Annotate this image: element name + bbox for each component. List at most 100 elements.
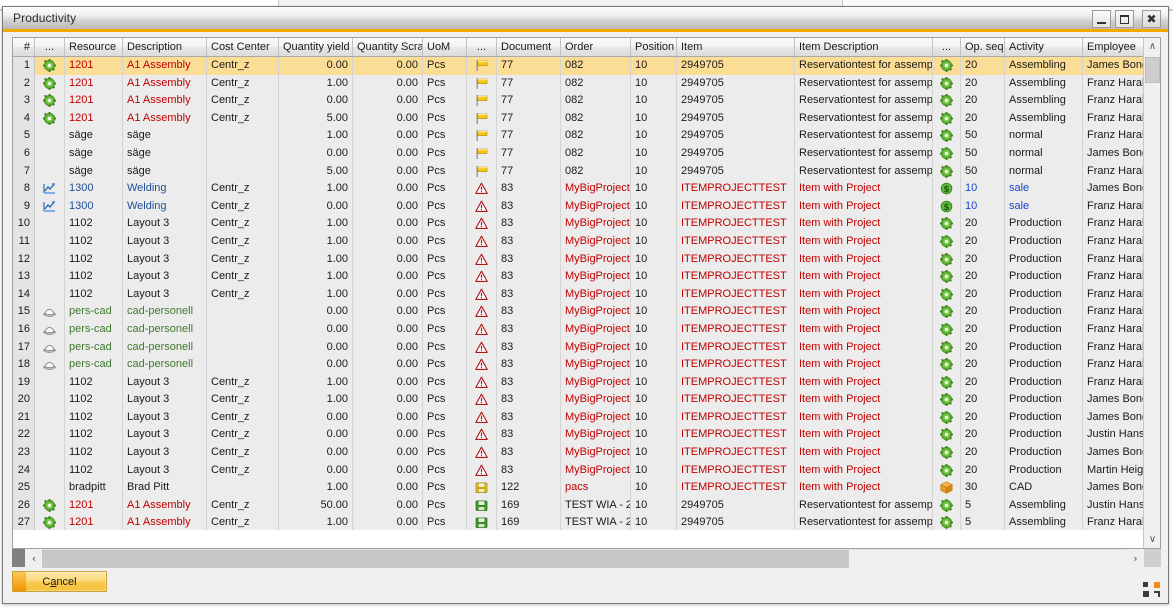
cell-rowno[interactable]: 13 bbox=[13, 268, 35, 286]
cell-icon1[interactable] bbox=[35, 479, 65, 497]
cell-uom[interactable]: Pcs bbox=[423, 497, 467, 515]
cell-desc[interactable]: A1 Assembly bbox=[123, 75, 207, 93]
cell-activity[interactable]: Production bbox=[1005, 303, 1083, 321]
cell-employee[interactable]: Franz Harald Zimmerma bbox=[1083, 110, 1143, 128]
cell-qscrap[interactable]: 0.00 bbox=[353, 391, 423, 409]
cell-cost[interactable]: Centr_z bbox=[207, 374, 279, 392]
cell-document[interactable]: 77 bbox=[497, 110, 561, 128]
cell-icon1[interactable] bbox=[35, 497, 65, 515]
table-row[interactable]: 21201A1 AssemblyCentr_z1.000.00Pcs770821… bbox=[13, 75, 1143, 93]
cell-employee[interactable]: Franz Harald Zimmerma bbox=[1083, 514, 1143, 530]
cell-activity[interactable]: Production bbox=[1005, 286, 1083, 304]
cell-rowno[interactable]: 14 bbox=[13, 286, 35, 304]
cell-order[interactable]: 082 bbox=[561, 127, 631, 145]
cell-rowno[interactable]: 4 bbox=[13, 110, 35, 128]
table-row[interactable]: 15pers-cadcad-personell0.000.00Pcs83MyBi… bbox=[13, 303, 1143, 321]
cell-icon2[interactable] bbox=[467, 180, 497, 198]
cell-activity[interactable]: Production bbox=[1005, 215, 1083, 233]
cell-uom[interactable]: Pcs bbox=[423, 514, 467, 530]
cell-itemdesc[interactable]: Item with Project bbox=[795, 215, 933, 233]
cell-opsequ[interactable]: 50 bbox=[961, 127, 1005, 145]
cell-employee[interactable]: Franz Harald Zimmerma bbox=[1083, 303, 1143, 321]
cell-employee[interactable]: Franz Harald Zimmerma bbox=[1083, 92, 1143, 110]
cell-icon1[interactable] bbox=[35, 303, 65, 321]
cell-employee[interactable]: Franz Harald Zimmerma bbox=[1083, 75, 1143, 93]
cell-desc[interactable]: cad-personell bbox=[123, 339, 207, 357]
cell-document[interactable]: 83 bbox=[497, 374, 561, 392]
cell-order[interactable]: 082 bbox=[561, 92, 631, 110]
cell-opsequ[interactable]: 10 bbox=[961, 198, 1005, 216]
cell-icon1[interactable] bbox=[35, 268, 65, 286]
cell-desc[interactable]: säge bbox=[123, 127, 207, 145]
cell-position[interactable]: 10 bbox=[631, 268, 677, 286]
column-header-document[interactable]: Document bbox=[497, 38, 561, 56]
cell-opsequ[interactable]: 20 bbox=[961, 374, 1005, 392]
cell-document[interactable]: 83 bbox=[497, 180, 561, 198]
cell-desc[interactable]: Layout 3 bbox=[123, 462, 207, 480]
cell-qyield[interactable]: 1.00 bbox=[279, 286, 353, 304]
maximize-button[interactable] bbox=[1115, 10, 1134, 28]
cell-activity[interactable]: Production bbox=[1005, 426, 1083, 444]
cell-itemdesc[interactable]: Item with Project bbox=[795, 339, 933, 357]
cell-activity[interactable]: Assembling bbox=[1005, 497, 1083, 515]
cell-rowno[interactable]: 16 bbox=[13, 321, 35, 339]
cell-desc[interactable]: Welding bbox=[123, 180, 207, 198]
cell-itemdesc[interactable]: Reservationtest for assempty bbox=[795, 163, 933, 181]
cell-uom[interactable]: Pcs bbox=[423, 356, 467, 374]
cell-employee[interactable]: Franz Harald Zimmerma bbox=[1083, 198, 1143, 216]
cell-activity[interactable]: Assembling bbox=[1005, 514, 1083, 530]
resize-grip-icon[interactable] bbox=[1143, 582, 1160, 597]
cell-desc[interactable]: Layout 3 bbox=[123, 233, 207, 251]
cell-opsequ[interactable]: 20 bbox=[961, 215, 1005, 233]
horizontal-scrollbar[interactable]: ‹ › bbox=[12, 549, 1161, 567]
cell-icon2[interactable] bbox=[467, 479, 497, 497]
cell-order[interactable]: MyBigProject bbox=[561, 198, 631, 216]
cell-icon3[interactable]: $ bbox=[933, 198, 961, 216]
cell-itemdesc[interactable]: Item with Project bbox=[795, 198, 933, 216]
cell-item[interactable]: ITEMPROJECTTEST bbox=[677, 286, 795, 304]
cell-resource[interactable]: 1102 bbox=[65, 233, 123, 251]
cell-rowno[interactable]: 15 bbox=[13, 303, 35, 321]
cell-qscrap[interactable]: 0.00 bbox=[353, 339, 423, 357]
cell-icon3[interactable] bbox=[933, 75, 961, 93]
table-row[interactable]: 18pers-cadcad-personell0.000.00Pcs83MyBi… bbox=[13, 356, 1143, 374]
cell-rowno[interactable]: 17 bbox=[13, 339, 35, 357]
cell-position[interactable]: 10 bbox=[631, 497, 677, 515]
cell-position[interactable]: 10 bbox=[631, 321, 677, 339]
cell-position[interactable]: 10 bbox=[631, 145, 677, 163]
cell-resource[interactable]: pers-cad bbox=[65, 303, 123, 321]
cell-resource[interactable]: 1102 bbox=[65, 251, 123, 269]
cell-employee[interactable]: Franz Harald Zimmerma bbox=[1083, 215, 1143, 233]
cell-icon3[interactable] bbox=[933, 321, 961, 339]
cell-resource[interactable]: 1201 bbox=[65, 514, 123, 530]
cell-qscrap[interactable]: 0.00 bbox=[353, 286, 423, 304]
cell-item[interactable]: 2949705 bbox=[677, 145, 795, 163]
cell-activity[interactable]: CAD bbox=[1005, 479, 1083, 497]
column-header-order[interactable]: Order bbox=[561, 38, 631, 56]
cell-rowno[interactable]: 26 bbox=[13, 497, 35, 515]
cell-itemdesc[interactable]: Item with Project bbox=[795, 409, 933, 427]
cell-resource[interactable]: 1201 bbox=[65, 75, 123, 93]
cell-activity[interactable]: Production bbox=[1005, 374, 1083, 392]
cell-itemdesc[interactable]: Item with Project bbox=[795, 268, 933, 286]
table-row[interactable]: 221102Layout 3Centr_z0.000.00Pcs83MyBigP… bbox=[13, 426, 1143, 444]
cell-order[interactable]: MyBigProject bbox=[561, 215, 631, 233]
cell-resource[interactable]: 1102 bbox=[65, 286, 123, 304]
cell-qscrap[interactable]: 0.00 bbox=[353, 233, 423, 251]
cell-rowno[interactable]: 27 bbox=[13, 514, 35, 530]
table-row[interactable]: 211102Layout 3Centr_z0.000.00Pcs83MyBigP… bbox=[13, 409, 1143, 427]
table-row[interactable]: 261201A1 AssemblyCentr_z50.000.00Pcs169T… bbox=[13, 497, 1143, 515]
cell-icon2[interactable] bbox=[467, 268, 497, 286]
cell-qyield[interactable]: 5.00 bbox=[279, 163, 353, 181]
cell-uom[interactable]: Pcs bbox=[423, 444, 467, 462]
cell-icon2[interactable] bbox=[467, 321, 497, 339]
cell-employee[interactable]: Franz Harald Zimmerma bbox=[1083, 251, 1143, 269]
cell-item[interactable]: 2949705 bbox=[677, 497, 795, 515]
cell-qscrap[interactable]: 0.00 bbox=[353, 251, 423, 269]
cell-icon2[interactable] bbox=[467, 110, 497, 128]
cell-activity[interactable]: sale bbox=[1005, 180, 1083, 198]
cell-opsequ[interactable]: 20 bbox=[961, 286, 1005, 304]
cell-icon2[interactable] bbox=[467, 251, 497, 269]
cell-opsequ[interactable]: 20 bbox=[961, 409, 1005, 427]
cell-itemdesc[interactable]: Reservationtest for assempty bbox=[795, 110, 933, 128]
